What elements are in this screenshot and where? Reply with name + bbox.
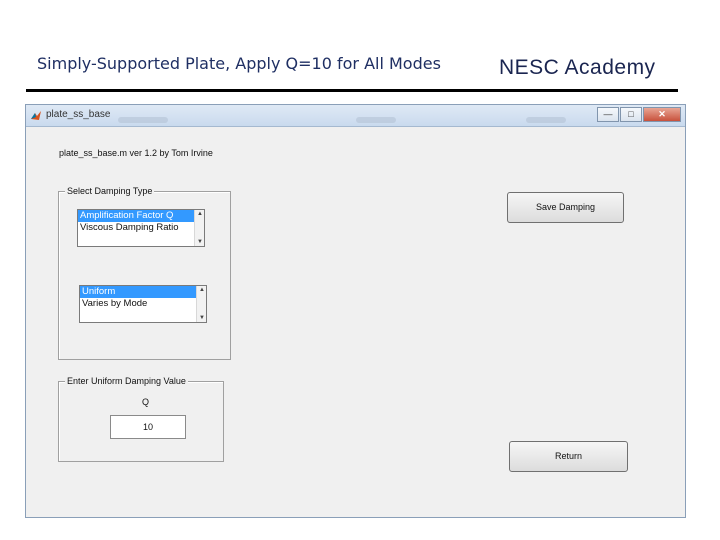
scroll-down-icon[interactable]: ▼ xyxy=(199,315,205,321)
slide: Simply-Supported Plate, Apply Q=10 for A… xyxy=(0,0,720,540)
slide-title: Simply-Supported Plate, Apply Q=10 for A… xyxy=(37,54,441,73)
blurred-region xyxy=(356,117,396,123)
window-title: plate_ss_base xyxy=(46,109,111,120)
list-item[interactable]: Amplification Factor Q xyxy=(78,210,204,222)
maximize-button[interactable]: □ xyxy=(620,107,642,122)
q-value-input[interactable]: 10 xyxy=(110,415,186,439)
scroll-down-icon[interactable]: ▼ xyxy=(197,239,203,245)
close-button[interactable]: ✕ xyxy=(643,107,681,122)
app-window: plate_ss_base — □ ✕ plate_ss_base.m ver … xyxy=(25,104,686,518)
damping-type-group-label: Select Damping Type xyxy=(65,186,155,196)
version-text: plate_ss_base.m ver 1.2 by Tom Irvine xyxy=(59,148,213,158)
minimize-button[interactable]: — xyxy=(597,107,619,122)
damping-distribution-listbox[interactable]: Uniform Varies by Mode ▲ ▼ xyxy=(79,285,207,323)
scroll-up-icon[interactable]: ▲ xyxy=(199,287,205,293)
save-damping-button[interactable]: Save Damping xyxy=(507,192,624,223)
uniform-damping-group-label: Enter Uniform Damping Value xyxy=(65,376,188,386)
brand-logo-text: NESC Academy xyxy=(499,56,656,79)
scroll-up-icon[interactable]: ▲ xyxy=(197,211,203,217)
list-item[interactable]: Uniform xyxy=(80,286,206,298)
return-button[interactable]: Return xyxy=(509,441,628,472)
window-titlebar[interactable]: plate_ss_base — □ ✕ xyxy=(26,105,685,127)
blurred-region xyxy=(118,117,168,123)
blurred-region xyxy=(526,117,566,123)
title-rule xyxy=(26,89,678,92)
damping-type-listbox[interactable]: Amplification Factor Q Viscous Damping R… xyxy=(77,209,205,247)
list-item[interactable]: Viscous Damping Ratio xyxy=(78,222,204,234)
list-item[interactable]: Varies by Mode xyxy=(80,298,206,310)
scrollbar[interactable]: ▲ ▼ xyxy=(194,210,204,246)
scrollbar[interactable]: ▲ ▼ xyxy=(196,286,206,322)
matlab-icon xyxy=(31,111,41,120)
window-caption-buttons: — □ ✕ xyxy=(596,107,681,122)
q-label: Q xyxy=(142,397,150,407)
